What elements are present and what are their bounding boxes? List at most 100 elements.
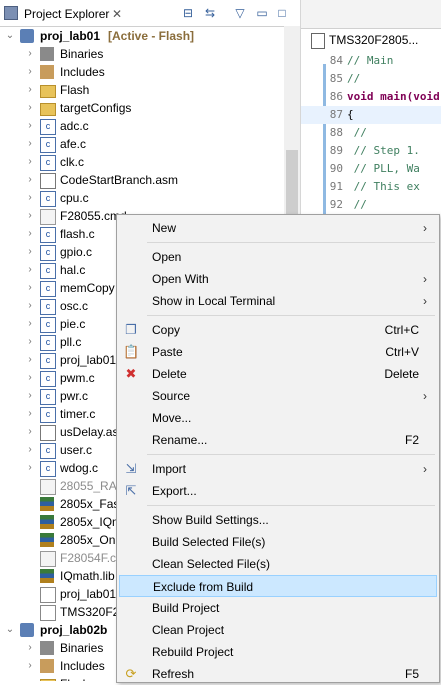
code-line[interactable]: 87 { <box>301 106 441 124</box>
chevron-right-icon[interactable]: › <box>24 351 36 369</box>
menu-item-rename[interactable]: Rename... F2 <box>119 429 437 451</box>
tree-item-label: cpu.c <box>60 191 89 205</box>
menu-item-label: Copy <box>152 323 181 337</box>
chevron-right-icon[interactable]: › <box>24 315 36 333</box>
chevron-right-icon[interactable]: › <box>24 459 36 477</box>
chevron-right-icon[interactable]: › <box>24 369 36 387</box>
library-icon <box>40 569 54 583</box>
close-icon[interactable]: ✕ <box>112 4 122 24</box>
chevron-right-icon[interactable]: › <box>24 207 36 225</box>
menu-item-exclude-from-build[interactable]: Exclude from Build <box>119 575 437 597</box>
asm-file-icon <box>40 425 56 441</box>
tree-item[interactable]: › targetConfigs <box>0 99 284 117</box>
tree-item-label: proj_lab01 <box>60 587 117 601</box>
line-number: 84 <box>329 54 343 67</box>
tree-item-label: Includes <box>60 65 105 79</box>
chevron-right-icon[interactable]: › <box>24 675 36 681</box>
code-line[interactable]: 85 // <box>301 70 441 88</box>
c-file-icon: c <box>40 389 56 405</box>
tree-item-label: CodeStartBranch.asm <box>60 173 179 187</box>
chevron-right-icon[interactable]: › <box>24 405 36 423</box>
menu-item-build-project[interactable]: Build Project <box>119 597 437 619</box>
tree-item[interactable]: › c clk.c <box>0 153 284 171</box>
menu-item-label: Refresh <box>152 667 195 681</box>
menu-item-rebuild-project[interactable]: Rebuild Project <box>119 641 437 663</box>
code-text: // Step 1. <box>347 144 420 157</box>
menu-item-open[interactable]: Open <box>119 246 437 268</box>
menu-item-move[interactable]: Move... <box>119 407 437 429</box>
menu-item-clean-selected-file-s[interactable]: Clean Selected File(s) <box>119 553 437 575</box>
tree-item[interactable]: › c afe.c <box>0 135 284 153</box>
menu-item-refresh[interactable]: ⟳ Refresh F5 <box>119 663 437 685</box>
c-file-icon: c <box>40 353 56 369</box>
menu-item-source[interactable]: Source › <box>119 385 437 407</box>
chevron-right-icon[interactable]: › <box>24 171 36 189</box>
chevron-right-icon[interactable]: › <box>24 639 36 657</box>
tree-item[interactable]: › Flash <box>0 81 284 99</box>
editor-tab[interactable]: TMS320F2805... <box>309 30 418 50</box>
editor-tab-bar <box>301 0 441 29</box>
collapse-all-icon[interactable]: ⊟ <box>180 5 196 21</box>
menu-item-new[interactable]: New › <box>119 217 437 239</box>
chevron-right-icon[interactable]: › <box>24 117 36 135</box>
c-file-icon: c <box>40 299 56 315</box>
includes-icon <box>40 659 54 673</box>
tree-item-label: wdog.c <box>60 461 99 475</box>
chevron-right-icon[interactable]: › <box>24 243 36 261</box>
folder-icon <box>40 103 56 116</box>
tree-item[interactable]: › CodeStartBranch.asm <box>0 171 284 189</box>
menu-item-delete[interactable]: ✖ Delete Delete <box>119 363 437 385</box>
tree-item[interactable]: › Includes <box>0 63 284 81</box>
menu-item-build-selected-file-s[interactable]: Build Selected File(s) <box>119 531 437 553</box>
menu-item-import[interactable]: ⇲ Import › <box>119 458 437 480</box>
chevron-right-icon[interactable]: › <box>24 135 36 153</box>
menu-item-show-in-local-terminal[interactable]: Show in Local Terminal › <box>119 290 437 312</box>
chevron-down-icon[interactable]: ⌄ <box>4 27 16 45</box>
code-line[interactable]: 88 // <box>301 124 441 142</box>
chevron-right-icon[interactable]: › <box>24 261 36 279</box>
chevron-down-icon[interactable]: ⌄ <box>4 621 16 639</box>
menu-item-show-build-settings[interactable]: Show Build Settings... <box>119 509 437 531</box>
code-line[interactable]: 91 // This ex <box>301 178 441 196</box>
tree-item[interactable]: › c cpu.c <box>0 189 284 207</box>
code-line[interactable]: 92 // <box>301 196 441 214</box>
project-explorer-tab[interactable]: Project Explorer ✕ ⊟ ⇆ ▽ ▭ □ <box>0 0 300 27</box>
code-text: // Main <box>347 54 394 67</box>
tree-item-label: pwr.c <box>60 389 89 403</box>
menu-item-paste[interactable]: 📋 Paste Ctrl+V <box>119 341 437 363</box>
link-editor-icon[interactable]: ⇆ <box>202 5 218 21</box>
tree-item-label: proj_lab01 <box>60 353 117 367</box>
includes-icon <box>40 65 54 79</box>
menu-item-export[interactable]: ⇱ Export... <box>119 480 437 502</box>
chevron-right-icon[interactable]: › <box>24 45 36 63</box>
menu-item-clean-project[interactable]: Clean Project <box>119 619 437 641</box>
maximize-icon[interactable]: □ <box>274 5 290 21</box>
menu-item-shortcut: F2 <box>404 433 419 447</box>
menu-item-open-with[interactable]: Open With › <box>119 268 437 290</box>
binaries-icon <box>40 641 54 655</box>
view-menu-icon[interactable]: ▽ <box>232 5 248 21</box>
chevron-right-icon[interactable]: › <box>24 423 36 441</box>
code-line[interactable]: 86 void main(void <box>301 88 441 106</box>
chevron-right-icon[interactable]: › <box>24 657 36 675</box>
code-line[interactable]: 84 // Main <box>301 52 441 70</box>
code-line[interactable]: 89 // Step 1. <box>301 142 441 160</box>
chevron-right-icon[interactable]: › <box>24 333 36 351</box>
chevron-right-icon[interactable]: › <box>24 81 36 99</box>
chevron-right-icon[interactable]: › <box>24 297 36 315</box>
tree-item-project[interactable]: ⌄ proj_lab01 [Active - Flash] <box>0 27 284 45</box>
chevron-right-icon[interactable]: › <box>24 189 36 207</box>
chevron-right-icon[interactable]: › <box>24 153 36 171</box>
chevron-right-icon[interactable]: › <box>24 279 36 297</box>
tree-item[interactable]: › Binaries <box>0 45 284 63</box>
chevron-right-icon[interactable]: › <box>24 99 36 117</box>
chevron-right-icon[interactable]: › <box>24 387 36 405</box>
file-icon <box>311 33 325 49</box>
menu-item-copy[interactable]: ❐ Copy Ctrl+C <box>119 319 437 341</box>
chevron-right-icon[interactable]: › <box>24 441 36 459</box>
tree-item[interactable]: › c adc.c <box>0 117 284 135</box>
chevron-right-icon[interactable]: › <box>24 225 36 243</box>
minimize-icon[interactable]: ▭ <box>254 5 270 21</box>
code-line[interactable]: 90 // PLL, Wa <box>301 160 441 178</box>
chevron-right-icon[interactable]: › <box>24 63 36 81</box>
